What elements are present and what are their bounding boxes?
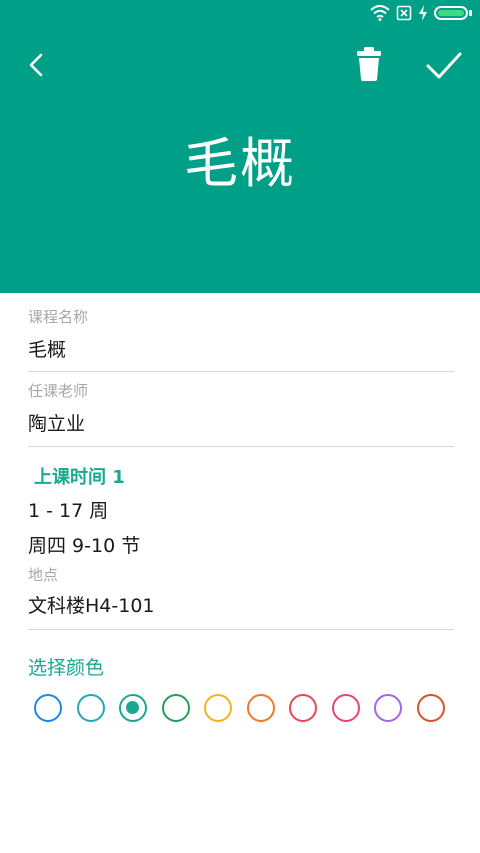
status-icons [370,5,472,21]
battery-knob [469,10,472,16]
color-option-purple[interactable] [374,694,402,722]
delete-button[interactable] [352,44,386,84]
color-option-green[interactable] [161,694,190,722]
trash-icon [357,47,381,81]
divider [28,446,454,447]
selected-dot [126,701,139,714]
color-option-cyan[interactable] [76,694,105,722]
no-sim-icon [396,5,412,21]
course-name-value[interactable]: 毛概 [28,337,454,363]
header-bar: 毛概 [0,0,480,293]
color-option-orange[interactable] [246,694,275,722]
periods-value[interactable]: 周四 9-10 节 [28,533,140,559]
back-button[interactable] [20,46,54,84]
status-bar [0,0,480,28]
color-option-red[interactable] [289,694,317,722]
chevron-left-icon [29,53,43,77]
checkmark-icon [426,52,462,79]
color-option-deep-orange[interactable] [416,694,445,722]
course-title: 毛概 [184,132,296,195]
charging-icon [419,5,427,21]
wifi-icon [370,5,390,21]
teacher-label: 任课老师 [28,382,89,400]
schedule-title: 上课时间 1 [34,467,125,488]
weeks-value[interactable]: 1 - 17 周 [28,498,108,524]
divider [28,371,454,372]
teacher-field[interactable]: 任课老师 陶立业 [28,381,454,437]
location-label: 地点 [28,566,59,584]
color-picker-title: 选择颜色 [28,657,105,679]
color-option-amber[interactable] [204,694,232,722]
color-option-blue[interactable] [34,694,62,722]
battery-icon [434,6,468,20]
divider [28,629,454,630]
teacher-value[interactable]: 陶立业 [28,411,454,437]
location-value[interactable]: 文科楼H4-101 [28,593,155,619]
color-option-pink[interactable] [331,694,360,722]
confirm-button[interactable] [422,48,466,84]
course-name-label: 课程名称 [28,308,89,326]
color-option-teal[interactable] [119,694,147,722]
course-name-field[interactable]: 课程名称 毛概 [28,307,454,363]
